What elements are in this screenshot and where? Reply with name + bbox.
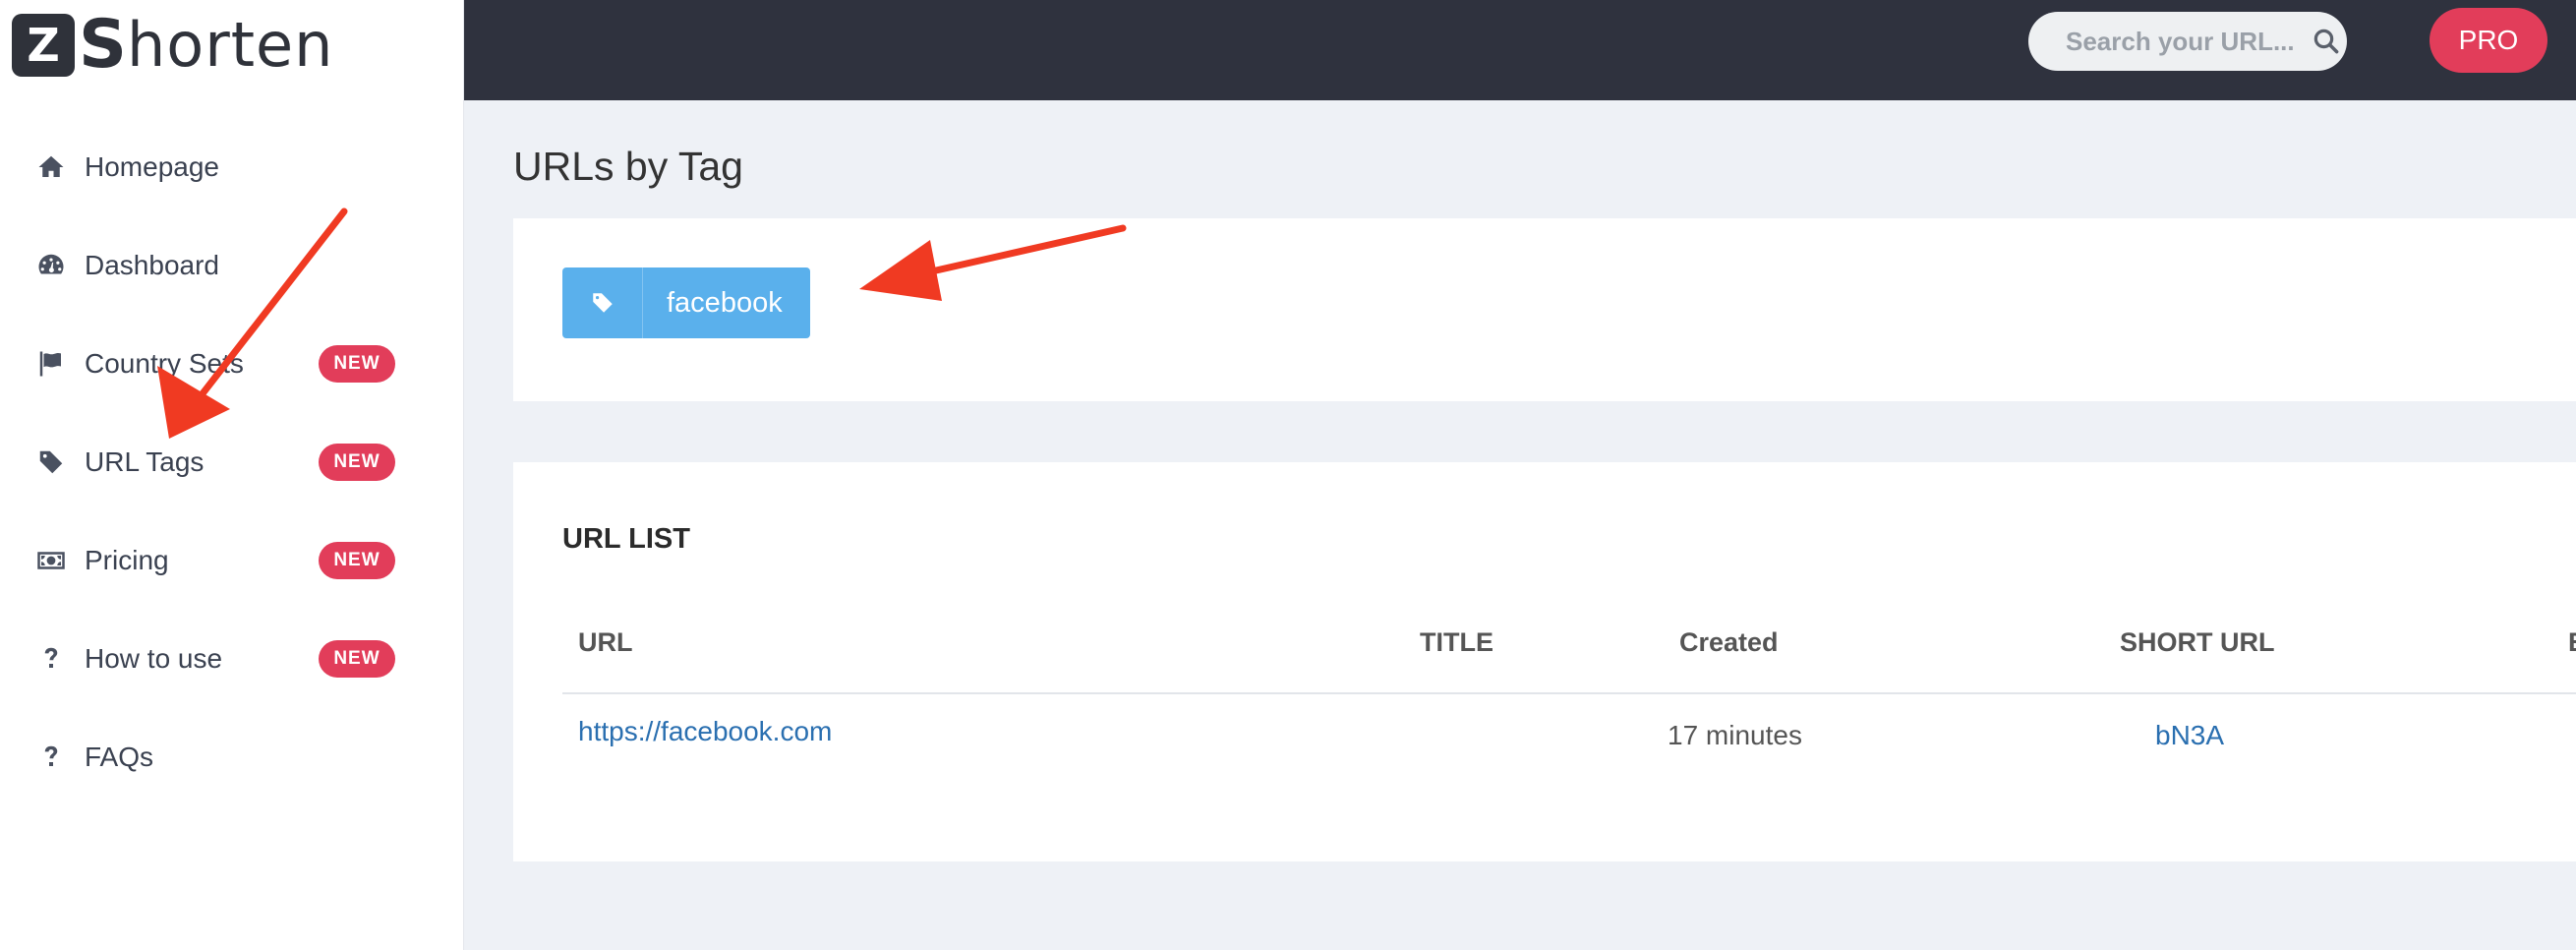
sidebar-item-label: Dashboard <box>85 250 219 280</box>
zshorten-logo[interactable]: Z Shorten <box>12 6 333 85</box>
search-input[interactable] <box>2066 26 2312 57</box>
table-divider <box>562 692 2576 694</box>
sidebar-item-url-tags[interactable]: URL Tags NEW <box>0 413 464 511</box>
sidebar-item-how-to-use[interactable]: How to use NEW <box>0 610 464 708</box>
page-title: URLs by Tag <box>513 144 743 189</box>
row-created: 17 minutes <box>1668 720 1802 750</box>
column-header-url: URL <box>578 627 633 657</box>
search-icon[interactable] <box>2312 25 2341 58</box>
topbar: PRO <box>464 0 2576 100</box>
sidebar-item-pricing[interactable]: Pricing NEW <box>0 511 464 610</box>
logo-s: S <box>79 6 127 84</box>
sidebar-item-label: Country Sets <box>85 348 244 379</box>
tag-card: facebook <box>513 218 2576 401</box>
new-badge: NEW <box>319 542 395 579</box>
column-header-created: Created <box>1679 627 1779 657</box>
row-url-link[interactable]: https://facebook.com <box>578 716 832 747</box>
sidebar-item-dashboard[interactable]: Dashboard <box>0 216 464 315</box>
url-list-title: URL LIST <box>562 523 690 555</box>
flag-icon <box>35 348 67 380</box>
logo-text: horten <box>126 9 334 81</box>
logo-mark: Z <box>12 14 75 77</box>
sidebar-item-country-sets[interactable]: Country Sets NEW <box>0 315 464 413</box>
logo-mark-letter: Z <box>27 19 60 72</box>
column-header-short-url: SHORT URL <box>2120 627 2275 657</box>
new-badge: NEW <box>319 345 395 383</box>
column-header-title: TITLE <box>1420 627 1493 657</box>
question-icon <box>35 643 67 675</box>
new-badge: NEW <box>319 444 395 481</box>
sidebar-item-label: Homepage <box>85 151 219 182</box>
sidebar-item-label: URL Tags <box>85 446 205 477</box>
tag-button-facebook[interactable]: facebook <box>562 267 810 338</box>
tag-label: facebook <box>667 286 783 319</box>
row-short-url-link[interactable]: bN3A <box>2155 720 2224 751</box>
sidebar: Z Shorten Homepage Dashboard Country Set… <box>0 0 464 950</box>
money-bill-icon <box>35 545 67 576</box>
pro-button[interactable]: PRO <box>2430 8 2547 73</box>
sidebar-item-label: How to use <box>85 643 223 674</box>
home-icon <box>35 151 67 183</box>
sidebar-nav: Homepage Dashboard Country Sets NEW URL … <box>0 118 464 806</box>
tag-icon <box>562 267 643 338</box>
sidebar-item-homepage[interactable]: Homepage <box>0 118 464 216</box>
sidebar-item-label: Pricing <box>85 545 169 575</box>
search-box <box>2028 12 2347 71</box>
question-icon <box>35 742 67 773</box>
new-badge: NEW <box>319 640 395 678</box>
sidebar-item-faqs[interactable]: FAQs <box>0 708 464 806</box>
column-header-truncated: E <box>2568 627 2576 658</box>
tag-icon <box>35 446 67 478</box>
sidebar-item-label: FAQs <box>85 742 154 772</box>
dashboard-gauge-icon <box>35 250 67 281</box>
url-list-card: URL LIST URL TITLE Created SHORT URL E h… <box>513 462 2576 861</box>
